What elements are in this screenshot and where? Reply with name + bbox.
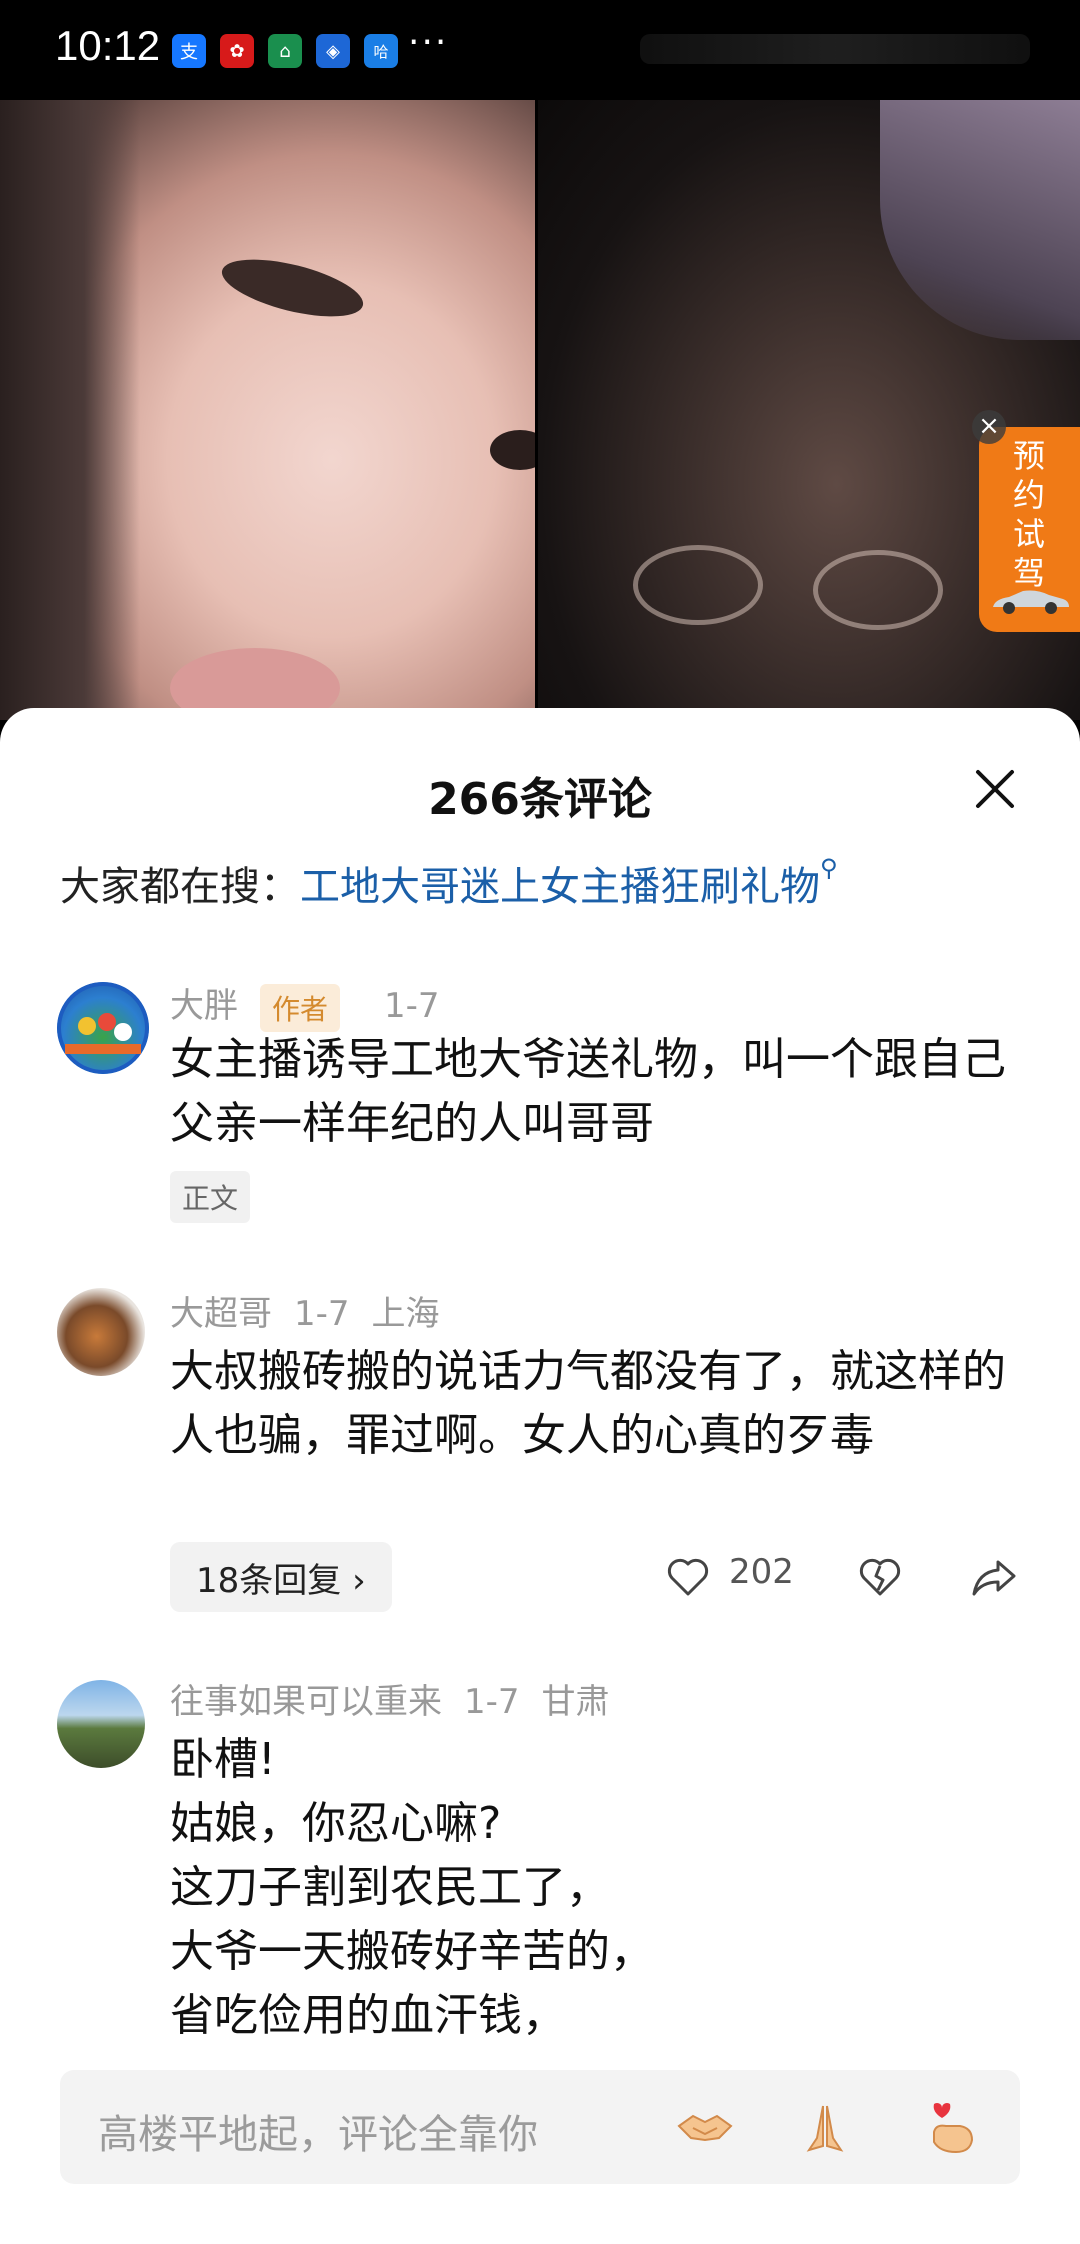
avatar[interactable]	[57, 982, 149, 1074]
heart-icon[interactable]	[665, 1554, 711, 1600]
comments-title: 266条评论	[428, 774, 652, 825]
comment-username[interactable]: 大胖	[170, 986, 238, 1026]
comment-location: 甘肃	[541, 1682, 610, 1722]
comment-username[interactable]: 往事如果可以重来	[170, 1682, 442, 1722]
comments-sheet: 266条评论 大家都在搜：工地大哥迷上女主播狂刷礼物⚲ 大胖 作者 1-7 女主播诱…	[0, 708, 1080, 2244]
comment-line: 这刀子割到农民工了，	[170, 1862, 610, 1913]
comment-item[interactable]: 往事如果可以重来 1-7 甘肃 卧槽! 姑娘，你忍心嘛? 这刀子割到农民工了， 大爷…	[0, 1668, 1080, 2088]
comment-meta: 大超哥 1-7 上海	[170, 1286, 462, 1335]
content-tag: 正文	[170, 1171, 251, 1223]
comment-actions: 202	[665, 1542, 1025, 1612]
test-drive-ad[interactable]: 预约试驾	[979, 427, 1080, 632]
comment-username[interactable]: 大超哥	[170, 1294, 272, 1334]
app-icon: ◈	[316, 34, 350, 68]
comment-item[interactable]: 大超哥 1-7 上海 大叔搬砖搬的说话力气都没有了，就这样的人也骗，罪过啊。女人的心…	[0, 1278, 1080, 1638]
handshake-emoji-icon[interactable]	[675, 2098, 735, 2158]
comment-date: 1-7	[384, 986, 440, 1026]
search-icon: ⚲	[820, 854, 838, 882]
comment-line: 姑娘，你忍心嘛?	[170, 1798, 502, 1849]
share-icon[interactable]	[970, 1554, 1018, 1600]
broken-heart-icon[interactable]	[857, 1554, 903, 1600]
avatar[interactable]	[57, 1288, 145, 1376]
alipay-icon: 支	[172, 34, 206, 68]
comment-line: 大爷一天搬砖好辛苦的，	[170, 1926, 654, 1977]
comment-meta: 往事如果可以重来 1-7 甘肃	[170, 1674, 632, 1723]
praying-hands-emoji-icon[interactable]	[795, 2098, 855, 2158]
car-icon	[993, 590, 1069, 614]
more-notifications-icon: ···	[408, 22, 449, 63]
comment-text: 卧槽! 姑娘，你忍心嘛? 这刀子割到农民工了， 大爷一天搬砖好辛苦的， 省吃俭用…	[170, 1728, 1010, 2048]
status-right-blurred	[640, 34, 1030, 64]
comment-date: 1-7	[294, 1294, 350, 1334]
ad-close-button[interactable]: ×	[972, 410, 1006, 444]
notification-icons: 支 ✿ ⌂ ◈ 哈	[172, 34, 398, 68]
trending-search: 大家都在搜：工地大哥迷上女主播狂刷礼物⚲	[60, 854, 838, 912]
avatar-image	[57, 982, 149, 1074]
ad-label: 预约试驾	[1012, 437, 1045, 592]
comment-input[interactable]: 高楼平地起，评论全靠你	[98, 2102, 538, 2160]
hello-app-icon: 哈	[364, 34, 398, 68]
status-time: 10:12	[55, 22, 161, 69]
like-count: 202	[729, 1552, 794, 1592]
video-player[interactable]	[0, 100, 1080, 720]
comment-meta: 大胖 作者 1-7	[170, 978, 462, 1032]
comment-line: 省吃俭用的血汗钱，	[170, 1990, 566, 2041]
home-app-icon: ⌂	[268, 34, 302, 68]
close-icon[interactable]	[972, 766, 1018, 812]
comment-text: 大叔搬砖搬的说话力气都没有了，就这样的人也骗，罪过啊。女人的心真的歹毒	[170, 1346, 1006, 1461]
author-badge: 作者	[260, 983, 341, 1032]
comment-location: 上海	[371, 1294, 440, 1334]
comment-line: 卧槽!	[170, 1734, 276, 1785]
finger-heart-emoji-icon[interactable]	[920, 2098, 980, 2158]
comment-item[interactable]: 大胖 作者 1-7 女主播诱导工地大爷送礼物，叫一个跟自己父亲一样年纪的人叫哥哥 正…	[0, 968, 1080, 1223]
video-left-frame	[0, 100, 550, 720]
status-bar: 10:12 支 ✿ ⌂ ◈ 哈 ···	[0, 0, 1080, 100]
trending-search-link[interactable]: 工地大哥迷上女主播狂刷礼物	[300, 864, 820, 910]
avatar[interactable]	[57, 1680, 145, 1768]
view-replies-button[interactable]: 18条回复 ›	[170, 1542, 392, 1612]
comment-input-bar[interactable]: 高楼平地起，评论全靠你	[60, 2070, 1020, 2184]
comment-text: 女主播诱导工地大爷送礼物，叫一个跟自己父亲一样年纪的人叫哥哥	[170, 1034, 1006, 1149]
huawei-icon: ✿	[220, 34, 254, 68]
comment-date: 1-7	[464, 1682, 520, 1722]
trending-search-prefix: 大家都在搜：	[60, 864, 300, 910]
